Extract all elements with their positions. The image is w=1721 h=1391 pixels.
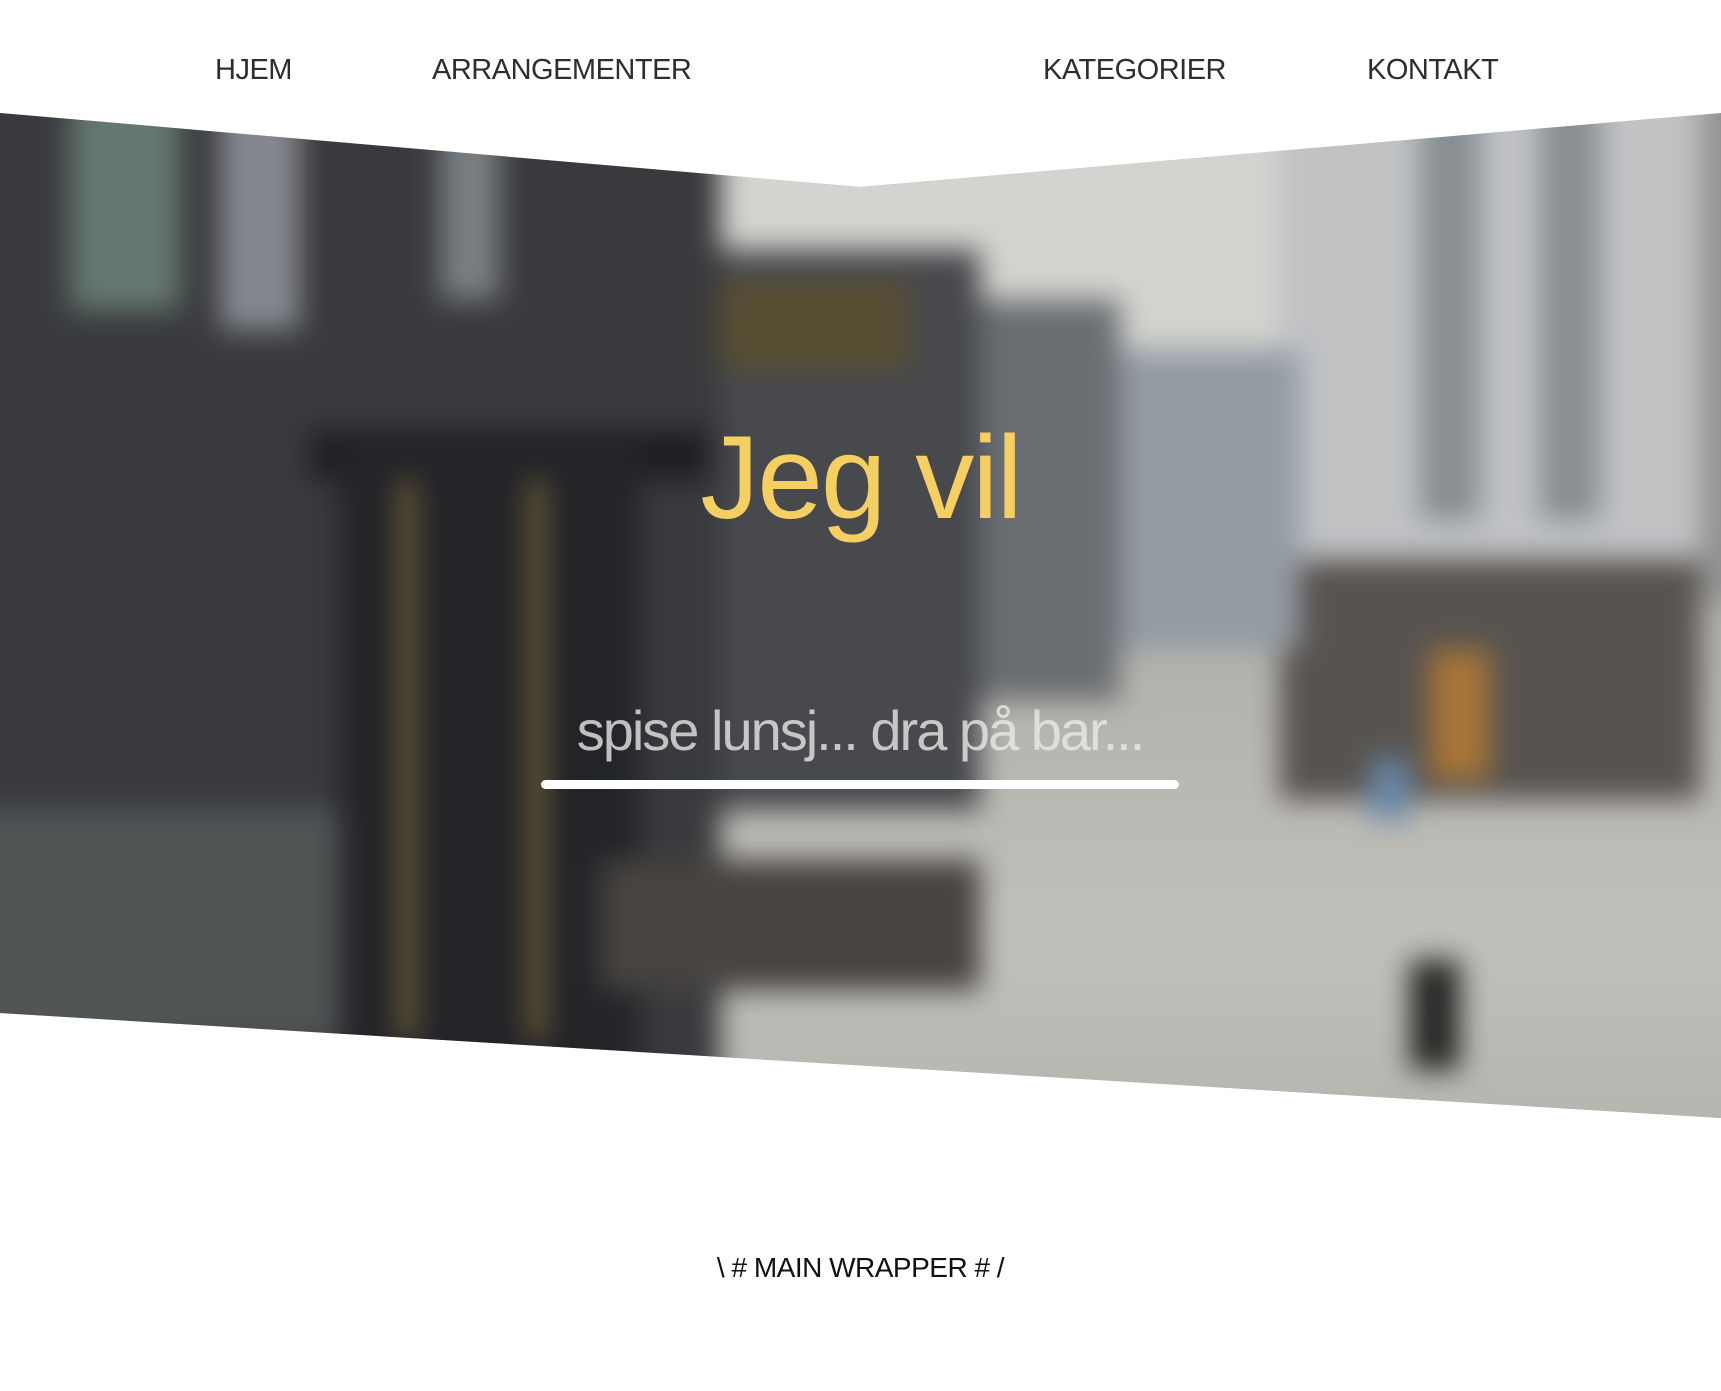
- search-underline: [541, 780, 1179, 789]
- main-wrapper-placeholder: \ # MAIN WRAPPER # /: [716, 1252, 1005, 1283]
- search-field[interactable]: [541, 690, 1179, 790]
- nav-item-events[interactable]: ARRANGEMENTER: [432, 52, 692, 88]
- search-input[interactable]: [541, 690, 1179, 770]
- nav-item-contact[interactable]: KONTAKT: [1367, 52, 1499, 88]
- nav-item-categories[interactable]: KATEGORIER: [1043, 52, 1227, 88]
- hero-section: Jeg vil: [0, 113, 1721, 1118]
- nav-item-home[interactable]: HJEM: [215, 52, 292, 88]
- hero-title: Jeg vil: [700, 412, 1022, 544]
- page: Jeg vil HJEM ARRANGEMENTER KATEGORIER KO…: [0, 0, 1721, 1391]
